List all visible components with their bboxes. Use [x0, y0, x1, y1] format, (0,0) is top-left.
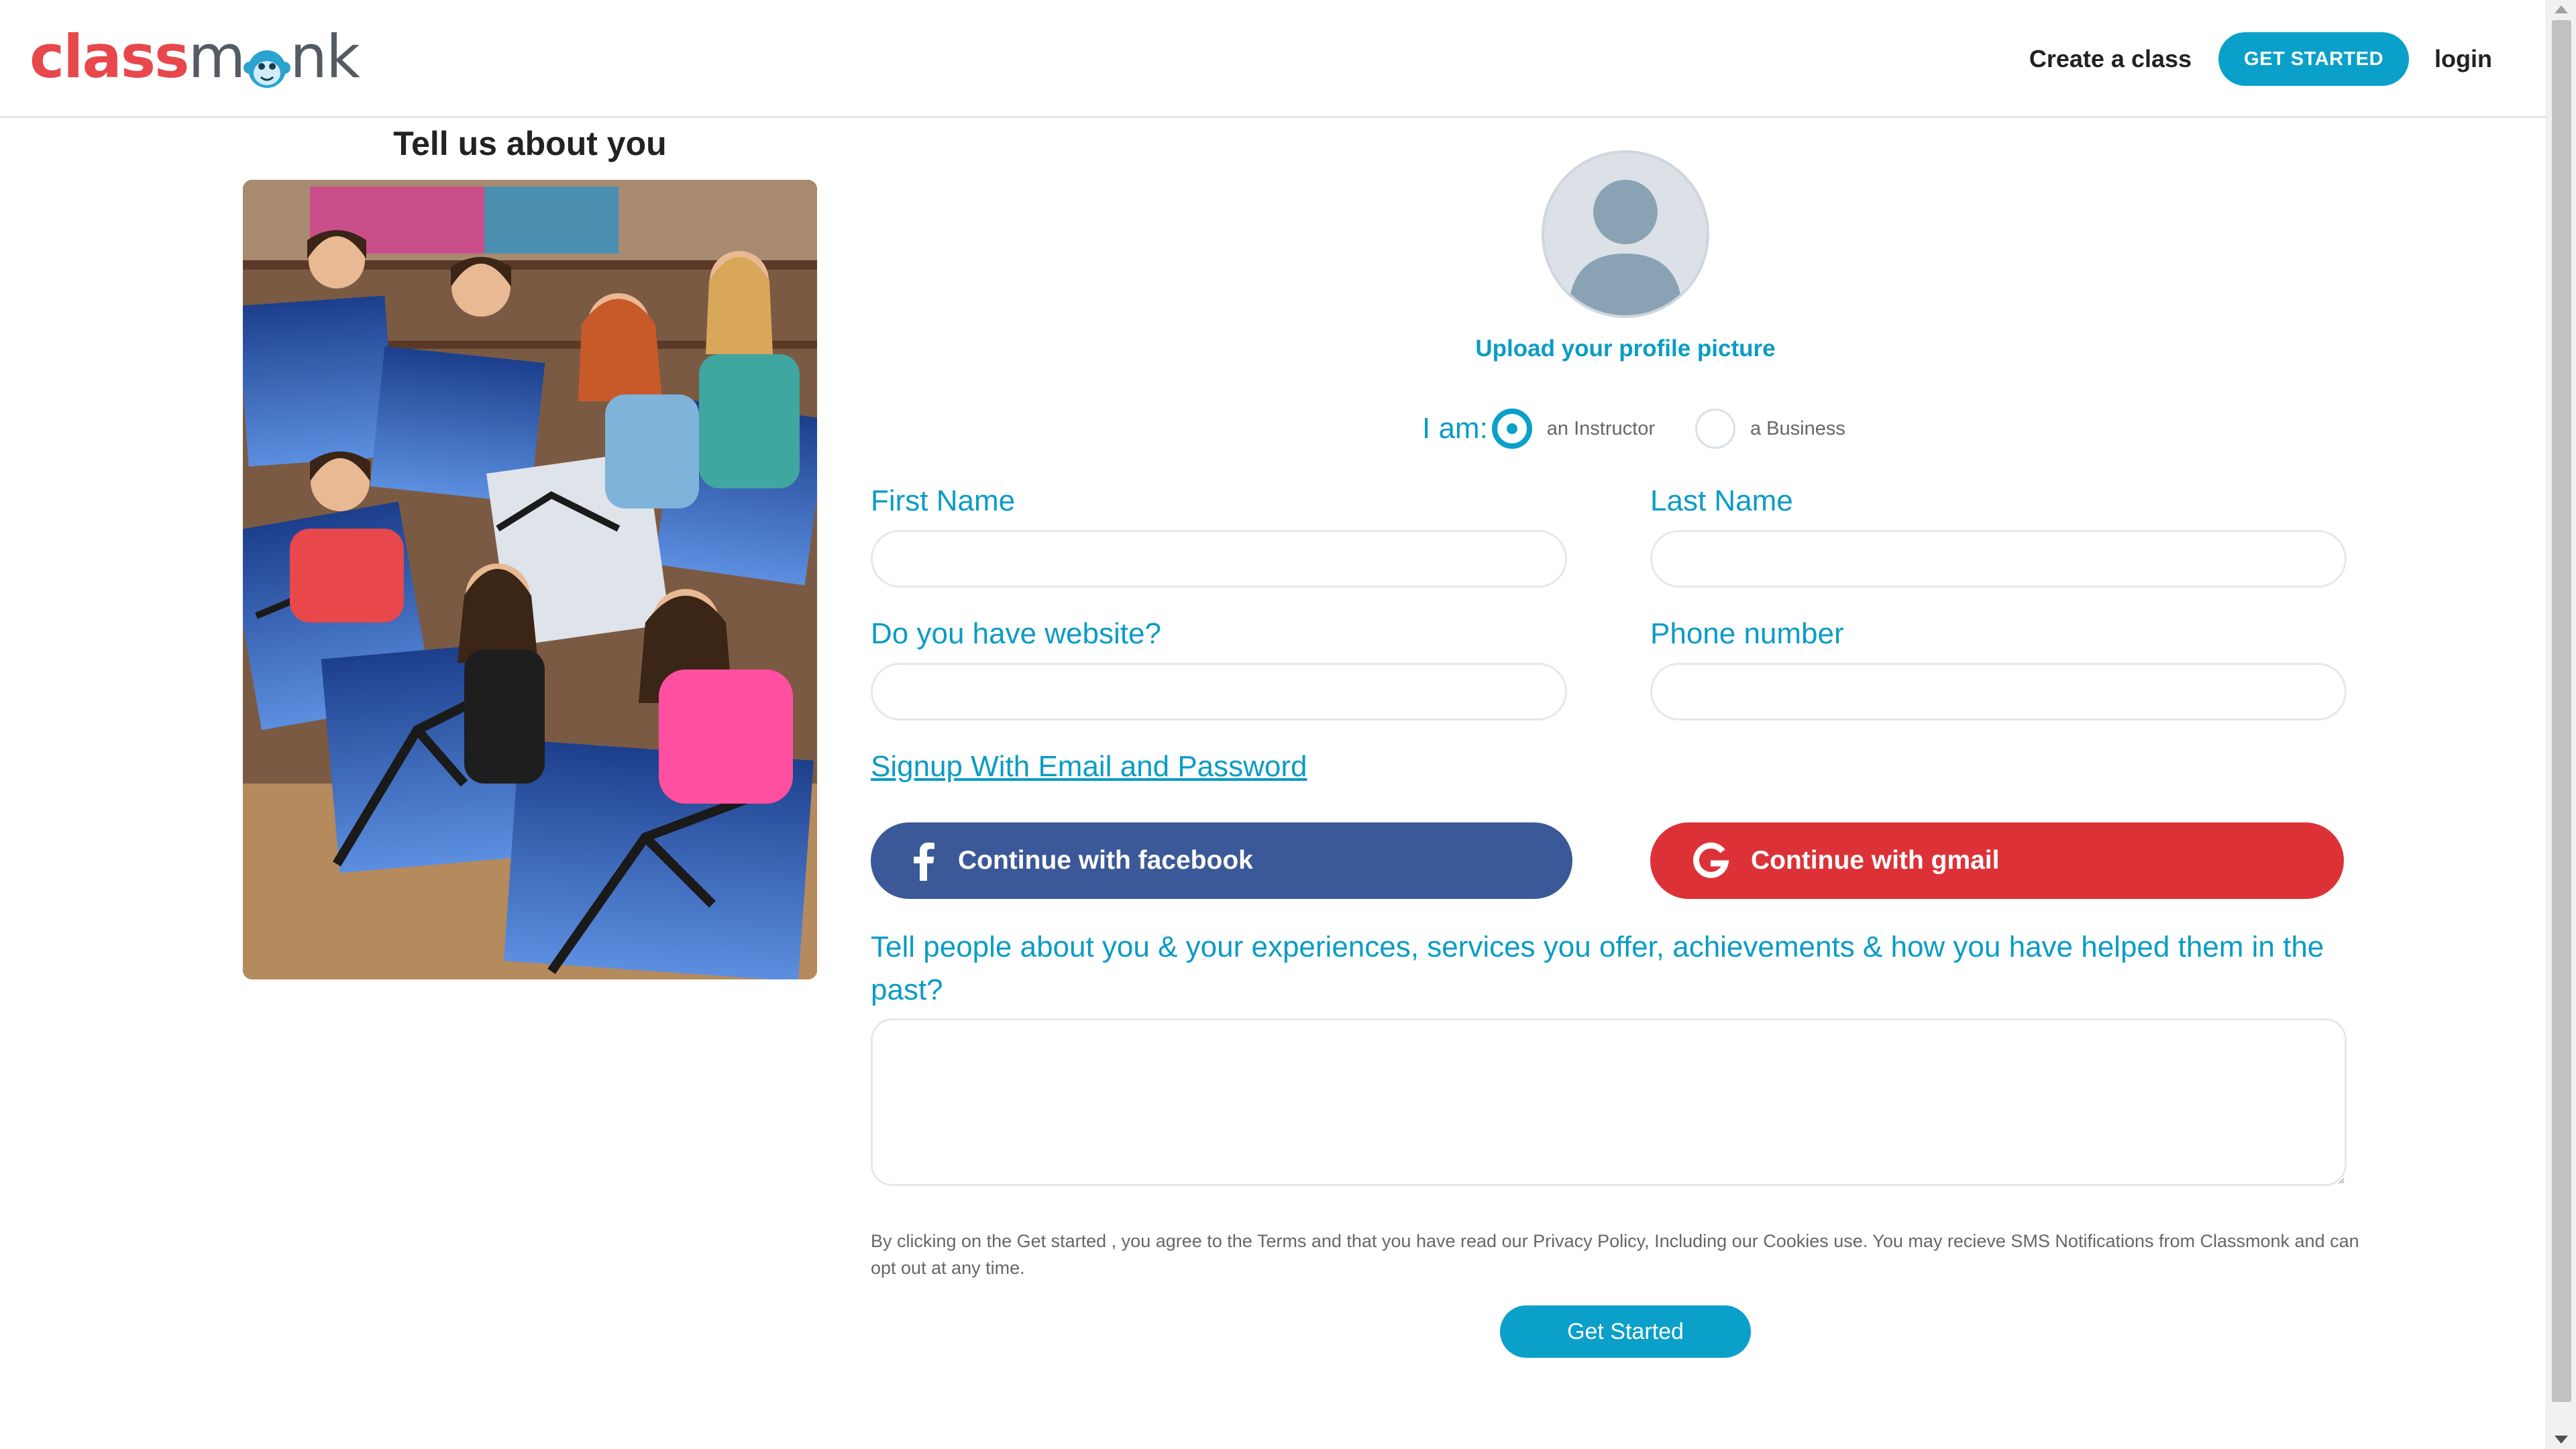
get-started-header-button[interactable]: GET STARTED — [2218, 32, 2410, 86]
phone-label: Phone number — [1650, 617, 1844, 650]
header-nav: Create a class GET STARTED login — [2029, 32, 2492, 86]
first-name-input[interactable] — [871, 530, 1567, 588]
role-selector: I am: an Instructor a Business — [1422, 405, 1886, 452]
business-radio-label[interactable]: a Business — [1750, 418, 1845, 440]
logo-text-class: class — [30, 21, 189, 91]
role-label: I am: — [1422, 412, 1488, 445]
scroll-up-arrow-icon[interactable] — [2555, 5, 2568, 13]
scrollbar-thumb[interactable] — [2552, 20, 2571, 1402]
user-silhouette-icon — [1568, 180, 1682, 315]
gmail-button-label: Continue with gmail — [1751, 846, 2000, 875]
facebook-button-label: Continue with facebook — [958, 846, 1253, 875]
section-title: Tell us about you — [393, 125, 667, 162]
signup-email-password-link[interactable]: Signup With Email and Password — [871, 750, 1307, 784]
facebook-icon — [903, 841, 943, 881]
website-label: Do you have website? — [871, 617, 1161, 650]
get-started-submit-button[interactable]: Get Started — [1500, 1305, 1751, 1358]
business-radio[interactable] — [1695, 409, 1735, 449]
scroll-down-arrow-icon[interactable] — [2555, 1436, 2568, 1444]
continue-with-gmail-button[interactable]: Continue with gmail — [1650, 822, 2344, 899]
terms-notice: By clicking on the Get started , you agr… — [871, 1231, 2359, 1278]
last-name-input[interactable] — [1650, 530, 2347, 588]
classmonk-logo[interactable]: class m nk — [30, 21, 360, 91]
logo-text-m: m — [188, 21, 246, 91]
continue-with-facebook-button[interactable]: Continue with facebook — [871, 822, 1572, 899]
login-link[interactable]: login — [2434, 45, 2492, 73]
about-you-textarea[interactable] — [871, 1018, 2347, 1186]
instructor-radio[interactable] — [1491, 409, 1532, 449]
website-input[interactable] — [871, 663, 1567, 720]
upload-profile-picture-link[interactable]: Upload your profile picture — [1368, 335, 1882, 362]
about-you-label: Tell people about you & your experiences… — [871, 930, 2324, 1006]
logo-text-nk: nk — [290, 21, 360, 91]
instructor-radio-label[interactable]: an Instructor — [1547, 418, 1655, 440]
class-group-photo — [243, 180, 817, 979]
page-scrollbar[interactable] — [2546, 0, 2576, 1449]
create-class-link[interactable]: Create a class — [2029, 45, 2192, 73]
google-icon — [1690, 841, 1731, 881]
profile-picture-placeholder[interactable] — [1542, 150, 1709, 318]
monkey-icon — [243, 38, 291, 88]
last-name-label: Last Name — [1650, 484, 1793, 517]
phone-input[interactable] — [1650, 663, 2347, 720]
top-navbar: class m nk Create a class GET STARTED lo… — [0, 0, 2546, 118]
first-name-label: First Name — [871, 484, 1016, 517]
